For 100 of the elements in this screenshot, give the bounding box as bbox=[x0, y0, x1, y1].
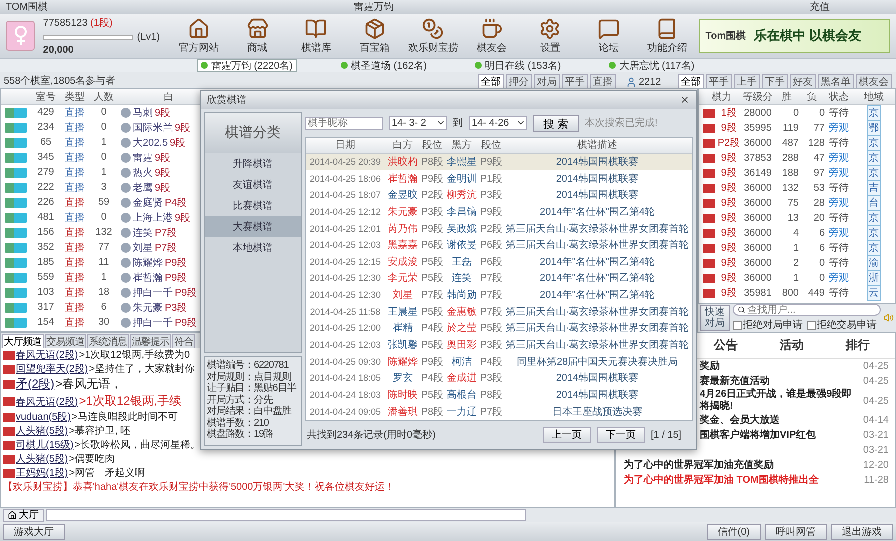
toolbar-button[interactable]: 功能介绍 bbox=[640, 18, 695, 54]
record-row[interactable]: 2014-04-25 20:39 洪旼杓 P8段 李熙星 P9段 2014韩国围棋联赛 bbox=[306, 154, 692, 170]
record-row[interactable]: 2014-04-25 12:30 刘星 P7段 韩尚勋 P7段 2014年"名仕杯"围乙第4轮 bbox=[306, 286, 692, 304]
column-header[interactable]: 胜 bbox=[775, 90, 799, 104]
column-header[interactable]: 棋力 bbox=[703, 90, 741, 104]
start-date-select[interactable]: 14- 3- 2 bbox=[389, 116, 447, 130]
chat-channel-tab[interactable]: 交易频道 bbox=[44, 334, 86, 348]
sender-link[interactable]: 矛(2段) bbox=[16, 376, 55, 393]
column-header[interactable]: 地域 bbox=[853, 90, 895, 104]
player-filter-tab[interactable]: 下手 bbox=[762, 74, 788, 88]
chat-channel-tab[interactable]: 温馨提示 bbox=[130, 334, 172, 348]
player-filter-tab[interactable]: 棋友会 bbox=[856, 74, 892, 88]
record-row[interactable]: 2014-04-25 18:06 崔哲瀚 P9段 金明训 P1段 2014韩国围棋联赛 bbox=[306, 170, 692, 187]
column-header[interactable]: 段位 bbox=[480, 138, 503, 152]
sender-link[interactable]: 人头猪(5段) bbox=[16, 452, 68, 466]
player-filter-tab[interactable]: 全部 bbox=[678, 74, 704, 88]
record-row[interactable]: 2014-04-25 12:30 李元荣 P5段 连笑 P7段 2014年"名仕杯"围乙第4轮 bbox=[306, 270, 692, 287]
category-item[interactable]: 升降棋谱 bbox=[205, 153, 301, 174]
category-item[interactable]: 本地棋谱 bbox=[205, 237, 301, 258]
room-filter-tab[interactable]: 押分 bbox=[506, 74, 532, 88]
lobby-tab[interactable]: 游戏大厅 bbox=[3, 524, 65, 540]
room-filter-tab[interactable]: 平手 bbox=[562, 74, 588, 88]
room-filter-tab[interactable]: 全部 bbox=[478, 74, 504, 88]
category-item[interactable]: 友谊棋谱 bbox=[205, 174, 301, 195]
column-header[interactable]: 等级分 bbox=[741, 90, 775, 104]
sender-link[interactable]: 司棋儿(15级) bbox=[16, 438, 74, 452]
toolbar-button[interactable]: 百宝箱 bbox=[348, 18, 402, 54]
player-filter-tab[interactable]: 好友 bbox=[790, 74, 816, 88]
server-tab[interactable]: 雷霆万钧 (2220名) bbox=[197, 59, 298, 72]
column-header[interactable]: 人数 bbox=[89, 90, 119, 104]
quick-match-button[interactable]: 快速对局 bbox=[700, 305, 730, 331]
toolbar-button[interactable]: 官方网站 bbox=[172, 18, 226, 54]
player-filter-tab[interactable]: 黑名单 bbox=[818, 74, 854, 88]
news-tab[interactable]: 排行 bbox=[840, 336, 876, 355]
toolbar-button[interactable]: 棋友会 bbox=[464, 18, 520, 54]
status-button[interactable]: 退出游戏 bbox=[831, 524, 893, 540]
room-filter-tab[interactable]: 对局 bbox=[534, 74, 560, 88]
toolbar-button[interactable]: 欢乐财宝捞 bbox=[406, 18, 461, 54]
news-link[interactable]: 为了心中的世界冠军加油充值奖励 bbox=[624, 460, 774, 472]
toolbar-button[interactable]: 棋谱库 bbox=[288, 18, 344, 54]
news-link[interactable]: 为了心中的世界冠军加油 TOM围棋特推出全 bbox=[624, 474, 819, 486]
news-link[interactable]: 奖金、会员大放送 bbox=[700, 414, 780, 426]
column-header[interactable]: 室号 bbox=[31, 90, 61, 104]
record-row[interactable]: 2014-04-25 18:07 金昱旼 P2段 柳秀沆 P3段 2014韩国围棋联赛 bbox=[306, 186, 692, 204]
record-row[interactable]: 2014-04-25 12:03 张凯馨 P5段 奥田彩 P3段 第三届天台山·葛玄绿茶杯世界女团赛首轮 bbox=[306, 336, 692, 354]
speaker-icon[interactable] bbox=[884, 313, 894, 323]
column-header[interactable]: 白方 bbox=[385, 138, 421, 152]
checkbox[interactable] bbox=[733, 320, 742, 330]
record-row[interactable]: 2014-04-25 12:15 安成浚 P5段 王磊 P6段 2014年"名仕杯"围乙第4轮 bbox=[306, 254, 692, 270]
toolbar-button[interactable]: 论坛 bbox=[582, 18, 636, 54]
sender-link[interactable]: 人头猪(5段) bbox=[16, 424, 68, 438]
record-row[interactable]: 2014-04-25 12:00 崔精 P4段 於之莹 P5段 第三届天台山·葛玄绿茶杯世界女团赛首轮 bbox=[306, 320, 692, 337]
sender-link[interactable]: vuduan(5段) bbox=[16, 410, 72, 424]
column-header[interactable]: 状态 bbox=[825, 90, 853, 104]
category-item[interactable]: 比赛棋谱 bbox=[205, 195, 301, 216]
channel-button[interactable]: 大厅 bbox=[3, 508, 44, 522]
toolbar-button[interactable]: 设置 bbox=[523, 18, 578, 54]
news-tab[interactable]: 公告 bbox=[708, 336, 744, 355]
status-button[interactable]: 信件(0) bbox=[706, 524, 761, 540]
column-header[interactable]: 负 bbox=[799, 90, 825, 104]
column-header[interactable]: 段位 bbox=[421, 138, 444, 152]
sender-link[interactable]: 春风无语(2段) bbox=[16, 394, 78, 408]
column-header[interactable]: 日期 bbox=[306, 138, 385, 152]
chat-channel-tab[interactable]: 符合 bbox=[172, 334, 196, 348]
end-date-select[interactable]: 14- 4-26 bbox=[469, 116, 527, 130]
status-button[interactable]: 呼叫网管 bbox=[765, 524, 827, 540]
recharge-link[interactable]: 充值 bbox=[810, 0, 830, 14]
server-tab[interactable]: 大唐忘忧 (117名) bbox=[605, 59, 699, 72]
record-row[interactable]: 2014-04-25 12:01 芮乃伟 P9段 吴政娥 P2段 第三届天台山·葛玄绿茶杯世界女团赛首轮 bbox=[306, 220, 692, 237]
player-filter-tab[interactable]: 平手 bbox=[706, 74, 732, 88]
room-filter-tab[interactable]: 直播 bbox=[590, 74, 616, 88]
record-row[interactable]: 2014-04-25 11:58 王晨星 P5段 金惠敏 P7段 第三届天台山·葛玄绿茶杯世界女团赛首轮 bbox=[306, 303, 692, 320]
news-link[interactable]: 赛最新充值活动 bbox=[700, 376, 770, 388]
news-link[interactable]: 4月26日正式开战，谁是最强9段即将揭晓! bbox=[700, 389, 860, 413]
sender-link[interactable]: 春风无语(2段) bbox=[16, 348, 78, 362]
record-row[interactable]: 2014-04-25 09:30 陈耀烨 P9段 柯洁 P4段 同里杯第28届中国天元赛决赛决胜局 bbox=[306, 353, 692, 370]
category-item[interactable]: 大赛棋谱 bbox=[205, 216, 301, 237]
toolbar-button[interactable]: 商城 bbox=[230, 18, 285, 54]
record-row[interactable]: 2014-04-24 18:03 陈时映 P5段 高根台 P8段 2014韩国围棋联赛 bbox=[306, 386, 692, 404]
news-tab[interactable]: 活动 bbox=[774, 336, 810, 355]
record-row[interactable]: 2014-04-25 12:03 黑嘉嘉 P6段 谢依旻 P6段 第三届天台山·葛玄绿茶杯世界女团赛首轮 bbox=[306, 236, 692, 254]
column-header[interactable]: 棋谱描述 bbox=[503, 138, 692, 152]
record-row[interactable]: 2014-04-25 12:12 朱元豪 P3段 李昌镐 P9段 2014年"名仕杯"围乙第4轮 bbox=[306, 204, 692, 220]
server-tab[interactable]: 明日在线 (153名) bbox=[471, 59, 566, 72]
next-page-button[interactable]: 下一页 bbox=[597, 427, 645, 443]
chat-channel-tab[interactable]: 系统消息 bbox=[87, 334, 129, 348]
checkbox[interactable] bbox=[807, 320, 816, 330]
chat-channel-tab[interactable]: 大厅频道 bbox=[2, 334, 44, 348]
close-icon[interactable] bbox=[680, 95, 690, 105]
record-row[interactable]: 2014-04-24 09:05 潘善琪 P8段 一力辽 P7段 日本王座战预选决赛 bbox=[306, 403, 692, 420]
column-header[interactable]: 类型 bbox=[61, 90, 89, 104]
news-link[interactable]: 奖励 bbox=[700, 360, 720, 372]
column-header[interactable]: 黑方 bbox=[444, 138, 480, 152]
player-filter-tab[interactable]: 上手 bbox=[734, 74, 760, 88]
sender-link[interactable]: 王妈妈(1段) bbox=[16, 466, 68, 480]
record-row[interactable]: 2014-04-24 18:05 罗玄 P4段 金成进 P3段 2014韩国围棋联赛 bbox=[306, 370, 692, 387]
search-button[interactable]: 搜 索 bbox=[533, 114, 579, 132]
server-tab[interactable]: 棋圣道场 (162名) bbox=[337, 59, 432, 72]
prev-page-button[interactable]: 上一页 bbox=[543, 427, 591, 443]
sender-link[interactable]: 回望兜率天(2段) bbox=[16, 362, 88, 376]
